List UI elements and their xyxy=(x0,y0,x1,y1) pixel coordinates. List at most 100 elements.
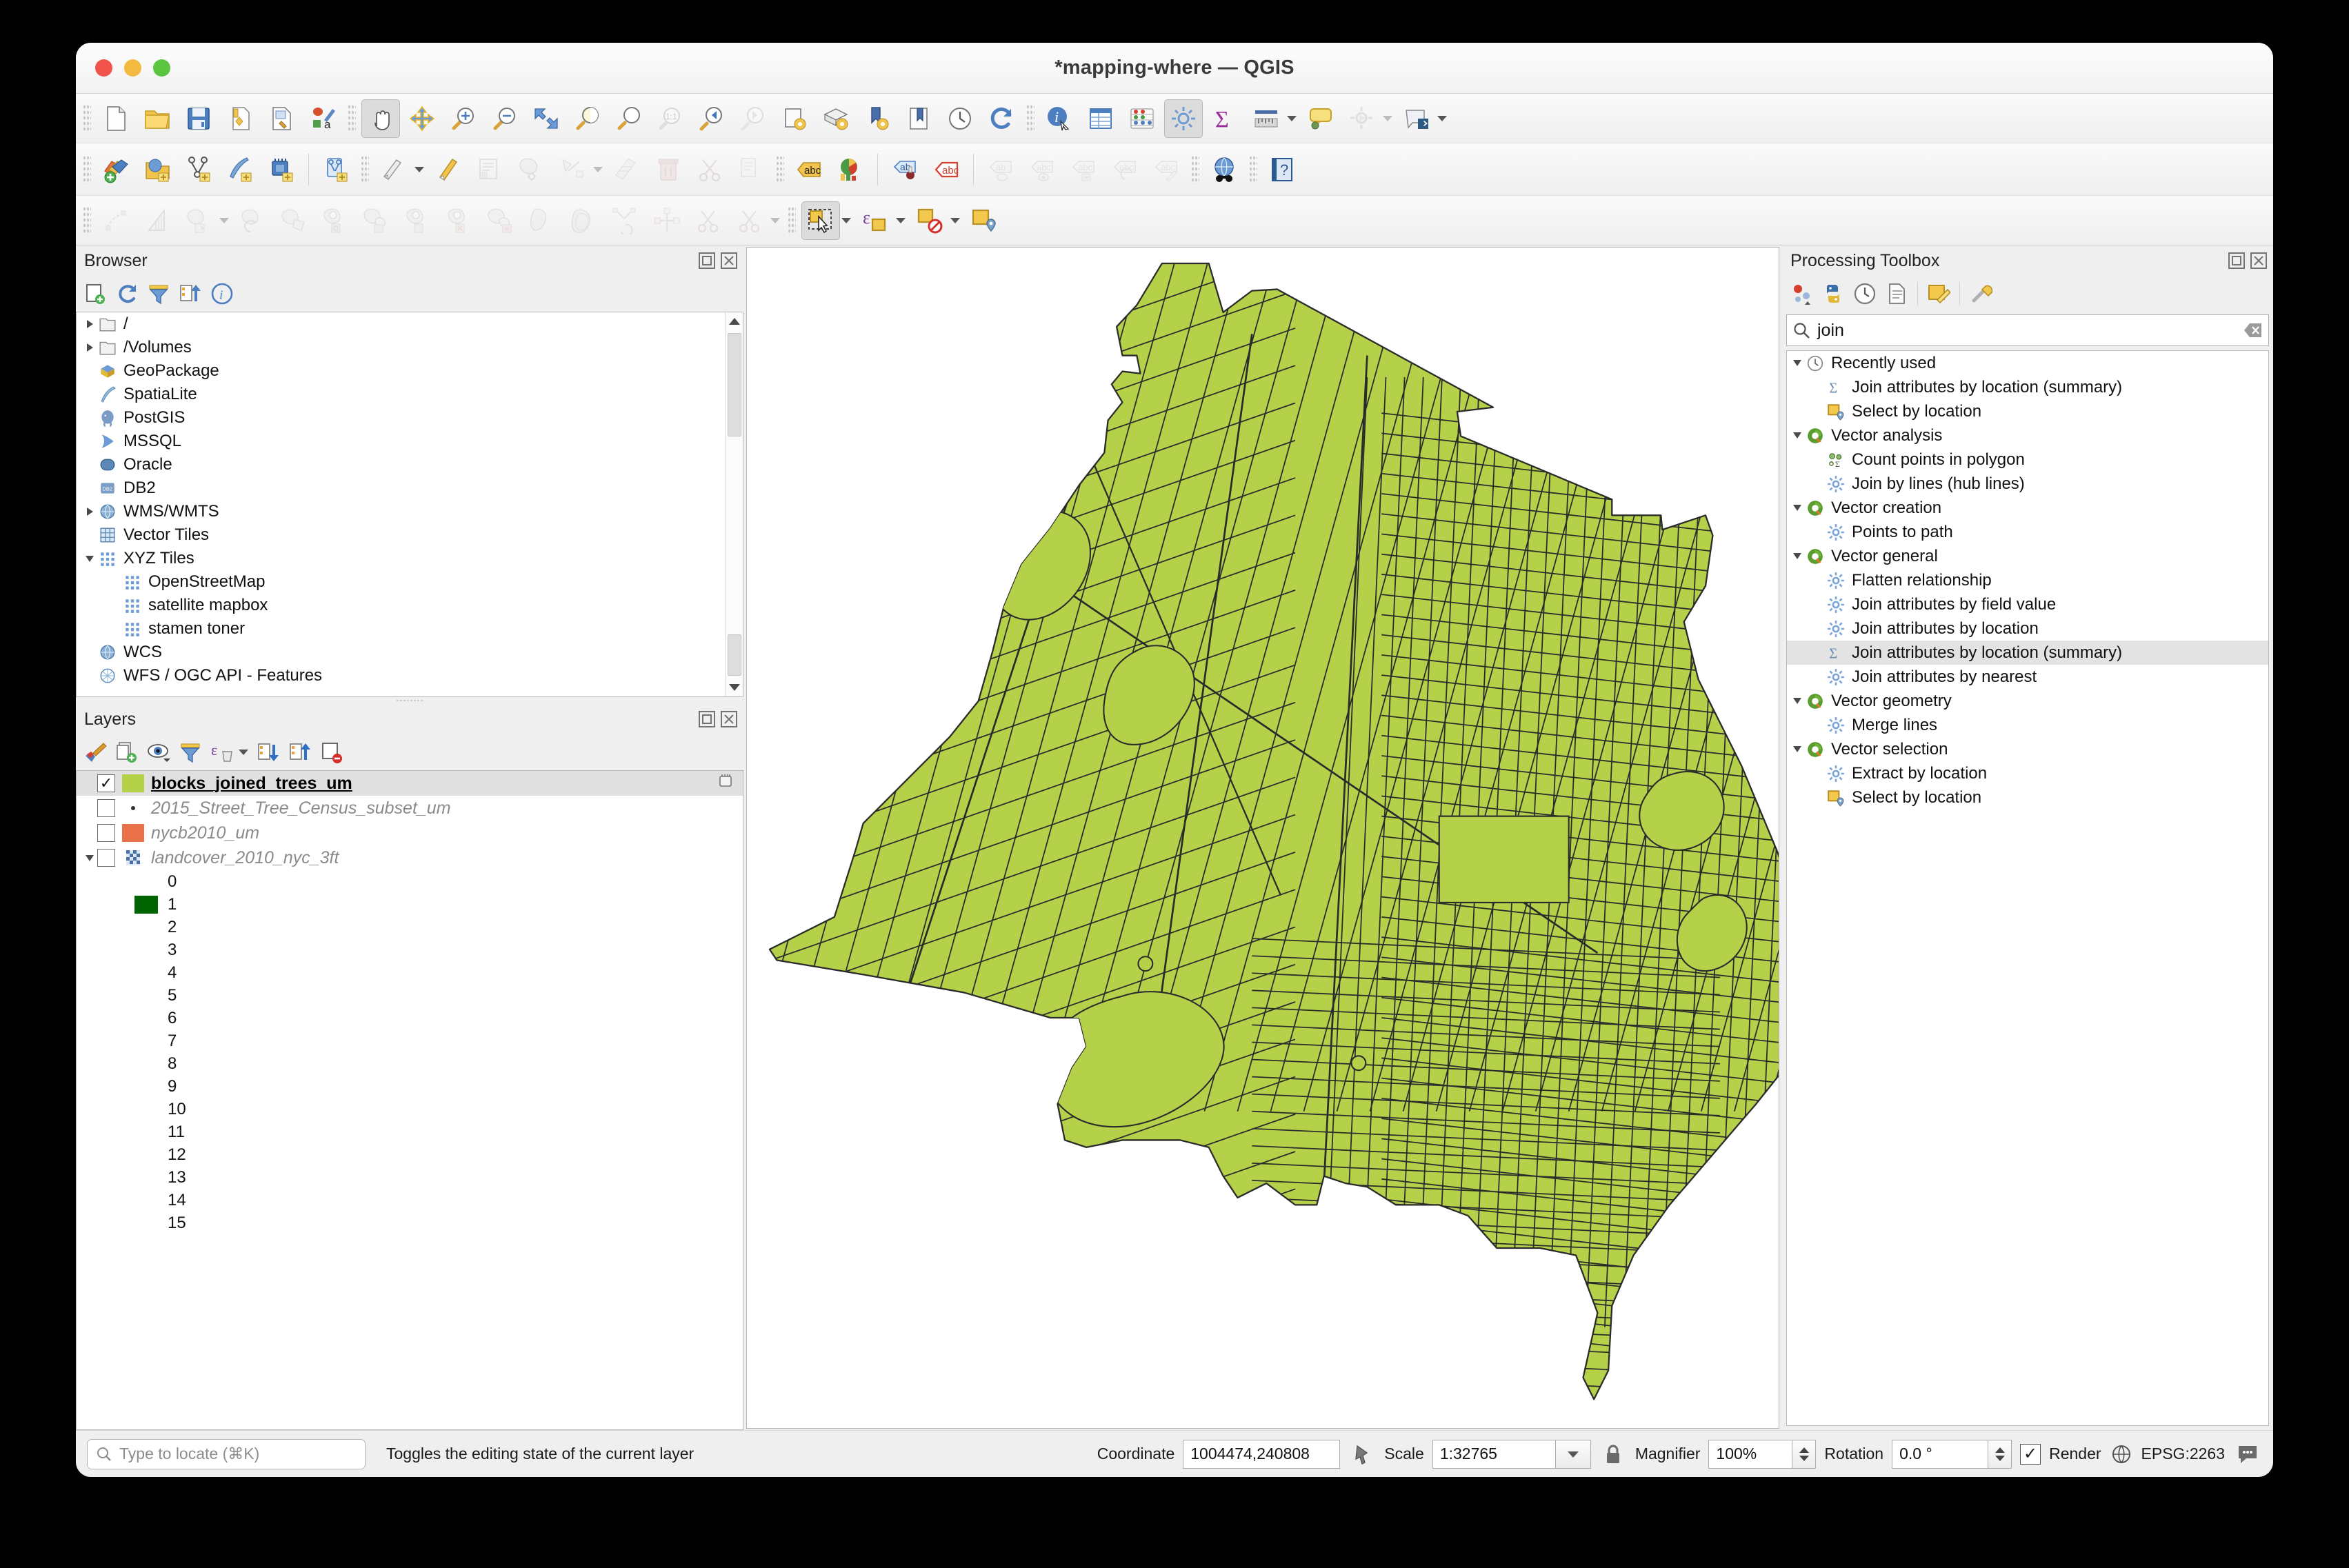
attribute-table-icon[interactable] xyxy=(1081,99,1120,138)
edit-label-icon[interactable]: abc xyxy=(1147,150,1186,189)
new-3d-map-view-icon[interactable] xyxy=(817,99,855,138)
move-feature-icon[interactable] xyxy=(179,201,218,240)
zoom-next-icon[interactable] xyxy=(734,99,772,138)
help-icon[interactable]: ? xyxy=(1263,150,1301,189)
copy-features-icon[interactable] xyxy=(732,150,770,189)
raster-class-row[interactable]: 2 xyxy=(77,916,743,938)
browser-item[interactable]: / xyxy=(77,312,743,336)
processing-group[interactable]: Vector creation xyxy=(1787,496,2268,520)
python-caret[interactable] xyxy=(1437,115,1447,121)
deselect-caret[interactable] xyxy=(950,217,960,223)
merge-features-icon[interactable] xyxy=(730,201,769,240)
fill-ring-icon[interactable] xyxy=(399,201,438,240)
move-feature-caret[interactable] xyxy=(219,217,229,223)
processing-algorithm[interactable]: Σ Count points in polygon xyxy=(1787,448,2268,472)
delete-part-icon[interactable] xyxy=(482,201,521,240)
processing-algorithm[interactable]: Points to path xyxy=(1787,520,2268,544)
add-vector-layer-icon[interactable] xyxy=(138,150,177,189)
layer-visibility-checkbox[interactable] xyxy=(97,824,115,842)
processing-algorithm[interactable]: Merge lines xyxy=(1787,713,2268,737)
reshape-features-icon[interactable] xyxy=(523,201,562,240)
delete-selected-icon[interactable] xyxy=(649,150,688,189)
magnifier-value[interactable]: 100% xyxy=(1708,1439,1793,1469)
processing-algorithm[interactable]: Extract by location xyxy=(1787,761,2268,785)
expander-down-icon[interactable] xyxy=(82,854,97,861)
simplify-feature-icon[interactable] xyxy=(275,201,314,240)
raster-class-row[interactable]: 1 xyxy=(77,893,743,916)
new-map-view-icon[interactable] xyxy=(775,99,814,138)
zoom-to-selection-icon[interactable] xyxy=(568,99,607,138)
statistical-summary-icon[interactable]: Σ xyxy=(1206,99,1244,138)
expander-down-icon[interactable] xyxy=(1790,505,1805,511)
float-panel-icon[interactable] xyxy=(698,252,716,270)
add-feature-icon[interactable] xyxy=(512,150,550,189)
change-label-icon[interactable]: abc xyxy=(1106,150,1144,189)
pan-to-selection-icon[interactable] xyxy=(403,99,441,138)
layer-edit-indicator-icon[interactable] xyxy=(717,772,734,795)
browser-item[interactable]: satellite mapbox xyxy=(77,594,743,617)
expander-right-icon[interactable] xyxy=(82,320,97,328)
crs-globe-icon[interactable] xyxy=(2110,1445,2133,1464)
zoom-native-icon[interactable]: 1:1 xyxy=(651,99,690,138)
browser-item[interactable]: OpenStreetMap xyxy=(77,570,743,594)
rotate-label-icon[interactable]: abc xyxy=(1064,150,1103,189)
save-project-icon[interactable] xyxy=(179,99,218,138)
expander-down-icon[interactable] xyxy=(1790,746,1805,752)
toolbar-grip[interactable] xyxy=(83,103,91,133)
magnifier-spinbox[interactable]: 100% xyxy=(1708,1439,1817,1469)
python-script-icon[interactable] xyxy=(1818,279,1848,309)
identify-features-icon[interactable]: i xyxy=(1040,99,1079,138)
magnifier-stepper[interactable] xyxy=(1792,1439,1817,1469)
raster-class-row[interactable]: 10 xyxy=(77,1098,743,1120)
add-raster-layer-icon[interactable] xyxy=(179,150,218,189)
processing-tree[interactable]: Recently used Σ Join attributes by locatio… xyxy=(1786,350,2269,1426)
select-by-location-icon[interactable] xyxy=(965,201,1003,240)
show-hide-labels-icon[interactable]: ab xyxy=(981,150,1020,189)
browser-item[interactable]: PostGIS xyxy=(77,406,743,430)
layer-row[interactable]: ✓ blocks_joined_trees_um xyxy=(77,771,743,796)
browser-item[interactable]: XYZ Tiles xyxy=(77,547,743,570)
select-by-expression-icon[interactable]: ε xyxy=(856,201,894,240)
run-model-icon[interactable] xyxy=(1343,99,1381,138)
zoom-full-icon[interactable] xyxy=(527,99,566,138)
rotation-spinbox[interactable]: 0.0 ° xyxy=(1892,1439,2012,1469)
vertex-tool-caret[interactable] xyxy=(593,166,603,172)
map-canvas[interactable] xyxy=(746,247,1779,1429)
render-checkbox[interactable]: ✓ xyxy=(2020,1443,2041,1465)
expander-down-icon[interactable] xyxy=(1790,698,1805,704)
expand-all-icon[interactable] xyxy=(253,737,283,767)
layer-row[interactable]: nycb2010_um xyxy=(77,821,743,845)
processing-algorithm[interactable]: Select by location xyxy=(1787,785,2268,810)
new-print-layout-icon[interactable] xyxy=(262,99,301,138)
raster-class-row[interactable]: 6 xyxy=(77,1007,743,1029)
raster-class-row[interactable]: 3 xyxy=(77,938,743,961)
zoom-in-icon[interactable] xyxy=(444,99,483,138)
select-caret[interactable] xyxy=(841,217,851,223)
processing-algorithm[interactable]: Flatten relationship xyxy=(1787,568,2268,592)
collapse-all-icon[interactable] xyxy=(175,279,206,309)
add-selected-layers-icon[interactable] xyxy=(80,279,110,309)
scale-combo[interactable]: 1:32765 xyxy=(1432,1439,1591,1469)
browser-item[interactable]: WCS xyxy=(77,641,743,664)
measure-dropdown-caret[interactable] xyxy=(1287,115,1297,121)
open-layer-styling-icon[interactable] xyxy=(80,737,110,767)
processing-group[interactable]: Vector analysis xyxy=(1787,423,2268,448)
delete-ring-icon[interactable] xyxy=(441,201,479,240)
split-parts-icon[interactable] xyxy=(689,201,728,240)
browser-item[interactable]: Oracle xyxy=(77,453,743,476)
toolbar-grip-9[interactable] xyxy=(83,205,91,235)
layers-tree[interactable]: ✓ blocks_joined_trees_um 2015_Street_Tree_… xyxy=(76,770,743,1430)
add-ring-icon[interactable] xyxy=(317,201,355,240)
toolbar-grip-3[interactable] xyxy=(1026,103,1034,133)
toolbar-grip-10[interactable] xyxy=(788,205,796,235)
panel-splitter[interactable] xyxy=(76,697,743,704)
expression-filter-icon[interactable]: ε xyxy=(207,737,237,767)
float-panel-icon-3[interactable] xyxy=(2228,252,2246,270)
processing-algorithm[interactable]: Select by location xyxy=(1787,399,2268,423)
pin-labels-icon[interactable]: abc xyxy=(927,150,966,189)
select-features-icon[interactable] xyxy=(801,201,840,240)
expander-down-icon[interactable] xyxy=(1790,432,1805,439)
toggle-editing-icon[interactable] xyxy=(429,150,468,189)
field-calculator-icon[interactable] xyxy=(1123,99,1161,138)
toolbar-grip-8[interactable] xyxy=(1249,154,1257,184)
